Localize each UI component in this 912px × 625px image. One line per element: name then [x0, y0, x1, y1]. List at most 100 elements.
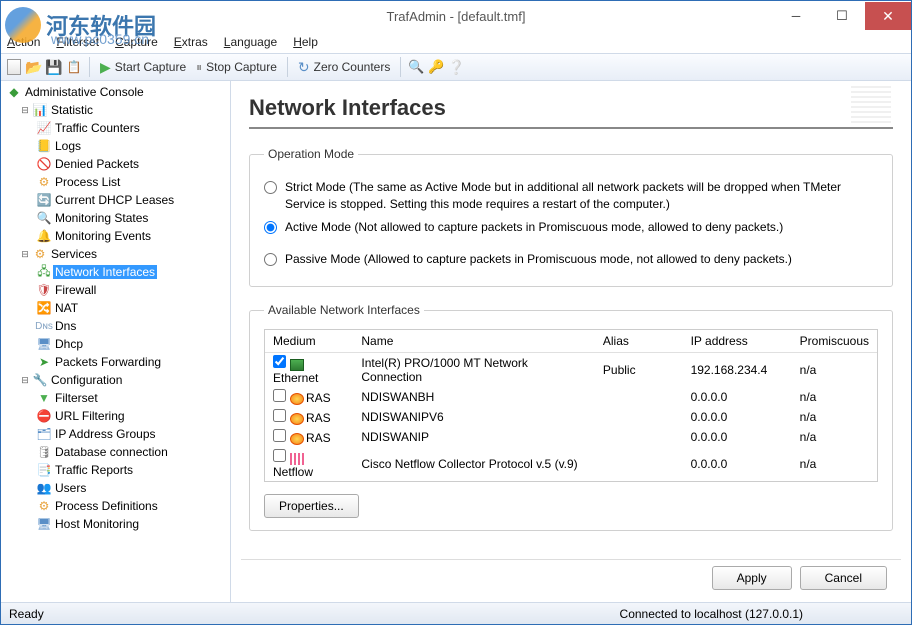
- title-divider: [249, 127, 893, 129]
- page-title: Network Interfaces: [249, 95, 893, 121]
- tree-users[interactable]: 👥Users: [1, 479, 230, 497]
- zero-counters-button[interactable]: ↻ Zero Counters: [294, 57, 394, 78]
- alias-cell: Public: [595, 353, 683, 388]
- tree-services[interactable]: ⊟⚙Services: [1, 245, 230, 263]
- search-icon[interactable]: 🔍: [407, 58, 425, 76]
- interface-checkbox[interactable]: [273, 355, 286, 368]
- ip-cell: 0.0.0.0: [683, 447, 792, 481]
- tree-process-defs[interactable]: ⚙Process Definitions: [1, 497, 230, 515]
- properties-button[interactable]: Properties...: [264, 494, 359, 518]
- promisc-cell: n/a: [792, 387, 877, 407]
- tree-configuration[interactable]: ⊟🔧Configuration: [1, 371, 230, 389]
- col-ip[interactable]: IP address: [683, 330, 792, 353]
- table-row[interactable]: Netflow Cisco Netflow Collector Protocol…: [265, 447, 877, 481]
- new-icon[interactable]: [5, 58, 23, 76]
- stop-capture-label: Stop Capture: [206, 60, 277, 74]
- ip-cell: 192.168.234.4: [683, 353, 792, 388]
- name-cell: NDISWANIPV6: [353, 407, 595, 427]
- tree-traffic-counters[interactable]: 📈Traffic Counters: [1, 119, 230, 137]
- col-medium[interactable]: Medium: [265, 330, 353, 353]
- minimize-button[interactable]: [773, 2, 819, 30]
- col-promiscuous[interactable]: Promiscuous: [792, 330, 877, 353]
- tree-monitoring-states[interactable]: 🔍Monitoring States: [1, 209, 230, 227]
- help-icon[interactable]: ❔: [447, 58, 465, 76]
- cancel-button[interactable]: Cancel: [800, 566, 887, 590]
- tree-host-monitoring[interactable]: 🖥Host Monitoring: [1, 515, 230, 533]
- tree-url-filtering[interactable]: ⛔URL Filtering: [1, 407, 230, 425]
- medium-text: RAS: [306, 411, 331, 425]
- medium-icon: [290, 393, 304, 405]
- interface-checkbox[interactable]: [273, 389, 286, 402]
- interface-checkbox[interactable]: [273, 429, 286, 442]
- tree-dhcp[interactable]: 🖥Dhcp: [1, 335, 230, 353]
- alias-cell: [595, 387, 683, 407]
- apply-button[interactable]: Apply: [712, 566, 792, 590]
- interfaces-table[interactable]: Medium Name Alias IP address Promiscuous…: [264, 329, 878, 482]
- passive-mode-radio[interactable]: [264, 253, 277, 266]
- tree-ip-groups[interactable]: 🗂IP Address Groups: [1, 425, 230, 443]
- maximize-button[interactable]: [819, 2, 865, 30]
- start-capture-button[interactable]: ▶ Start Capture: [96, 57, 190, 78]
- table-row[interactable]: RAS NDISWANIPV6 0.0.0.0 n/a: [265, 407, 877, 427]
- tree-traffic-reports[interactable]: 📑Traffic Reports: [1, 461, 230, 479]
- alias-cell: [595, 447, 683, 481]
- tree-logs[interactable]: 📒Logs: [1, 137, 230, 155]
- col-alias[interactable]: Alias: [595, 330, 683, 353]
- passive-mode-label[interactable]: Passive Mode (Allowed to capture packets…: [285, 251, 792, 268]
- tree-monitoring-events[interactable]: 🔔Monitoring Events: [1, 227, 230, 245]
- menu-language[interactable]: Language: [224, 35, 277, 49]
- tree-packets-forwarding[interactable]: ➤Packets Forwarding: [1, 353, 230, 371]
- promisc-cell: n/a: [792, 353, 877, 388]
- medium-text: Netflow: [273, 465, 313, 479]
- interface-checkbox[interactable]: [273, 409, 286, 422]
- tree-network-interfaces[interactable]: 🖧Network Interfaces: [1, 263, 230, 281]
- promisc-cell: n/a: [792, 447, 877, 481]
- interfaces-group: Available Network Interfaces Medium Name…: [249, 303, 893, 531]
- medium-icon: [290, 433, 304, 445]
- bottom-buttons: Apply Cancel: [712, 566, 887, 590]
- table-row[interactable]: Ethernet Intel(R) PRO/1000 MT Network Co…: [265, 353, 877, 388]
- tree-denied-packets[interactable]: 🚫Denied Packets: [1, 155, 230, 173]
- strict-mode-label[interactable]: Strict Mode (The same as Active Mode but…: [285, 179, 878, 213]
- tree-panel[interactable]: ◆Administative Console ⊟📊Statistic 📈Traf…: [1, 81, 231, 602]
- ip-cell: 0.0.0.0: [683, 407, 792, 427]
- col-name[interactable]: Name: [353, 330, 595, 353]
- refresh-icon: ↻: [298, 59, 310, 76]
- lock-icon[interactable]: 🔑: [427, 58, 445, 76]
- stop-capture-button[interactable]: ⏸ Stop Capture: [192, 58, 281, 77]
- window-controls: [773, 2, 911, 30]
- watermark-logo: 河东软件园 www.pc0359.cn: [1, 1, 231, 49]
- save-icon[interactable]: 💾: [45, 58, 63, 76]
- start-capture-label: Start Capture: [115, 60, 186, 74]
- table-row[interactable]: RAS NDISWANIP 0.0.0.0 n/a: [265, 427, 877, 447]
- toolbar: 📂 💾 📋 ▶ Start Capture ⏸ Stop Capture ↻ Z…: [1, 53, 911, 81]
- alias-cell: [595, 427, 683, 447]
- table-row[interactable]: RAS NDISWANBH 0.0.0.0 n/a: [265, 387, 877, 407]
- tree-process-list[interactable]: ⚙Process List: [1, 173, 230, 191]
- tree-root[interactable]: ◆Administative Console: [1, 83, 230, 101]
- tree-filterset[interactable]: ▼Filterset: [1, 389, 230, 407]
- tree-dhcp-leases[interactable]: 🔄Current DHCP Leases: [1, 191, 230, 209]
- name-cell: Cisco Netflow Collector Protocol v.5 (v.…: [353, 447, 595, 481]
- menu-help[interactable]: Help: [293, 35, 318, 49]
- open-icon[interactable]: 📂: [25, 58, 43, 76]
- import-icon[interactable]: 📋: [65, 58, 83, 76]
- pause-icon: ⏸: [196, 60, 202, 75]
- strict-mode-radio[interactable]: [264, 181, 277, 194]
- logo-icon: [5, 7, 41, 43]
- tree-statistic[interactable]: ⊟📊Statistic: [1, 101, 230, 119]
- interface-checkbox[interactable]: [273, 449, 286, 462]
- active-mode-radio[interactable]: [264, 221, 277, 234]
- close-button[interactable]: [865, 2, 911, 30]
- medium-text: RAS: [306, 431, 331, 445]
- tree-firewall[interactable]: 🛡Firewall: [1, 281, 230, 299]
- active-mode-label[interactable]: Active Mode (Not allowed to capture pack…: [285, 219, 783, 236]
- medium-icon: [290, 413, 304, 425]
- tree-dns[interactable]: DɴsDns: [1, 317, 230, 335]
- tree-database[interactable]: 🛢Database connection: [1, 443, 230, 461]
- promisc-cell: n/a: [792, 407, 877, 427]
- status-right: Connected to localhost (127.0.0.1): [620, 607, 803, 621]
- window-title: TrafAdmin - [default.tmf]: [387, 9, 526, 24]
- tree-nat[interactable]: 🔀NAT: [1, 299, 230, 317]
- operation-mode-legend: Operation Mode: [264, 147, 358, 161]
